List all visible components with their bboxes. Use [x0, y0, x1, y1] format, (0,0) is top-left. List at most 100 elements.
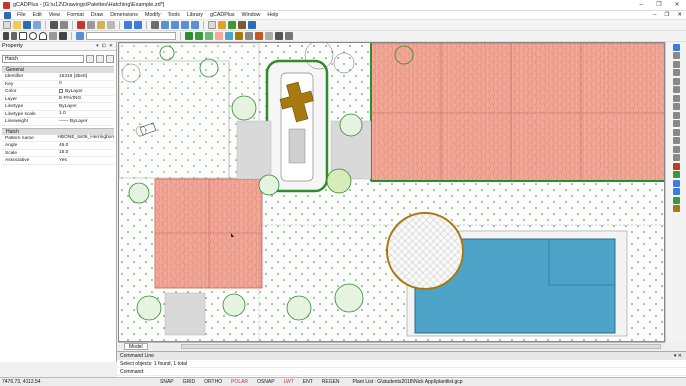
mirror-icon[interactable] — [672, 60, 680, 68]
copy-object-icon[interactable] — [672, 52, 680, 59]
layer-combo[interactable] — [86, 32, 176, 40]
paving-icon[interactable] — [215, 32, 223, 40]
copy-icon[interactable] — [87, 21, 95, 29]
property-row[interactable]: Color ByLayer — [2, 88, 114, 96]
paste-icon[interactable] — [97, 21, 105, 29]
open-file-icon[interactable] — [13, 21, 21, 29]
property-row[interactable]: Linetype ByLayer — [2, 103, 114, 111]
explode-icon[interactable] — [672, 162, 680, 170]
close-button[interactable]: ✕ — [668, 0, 686, 11]
doc-restore-icon[interactable]: ❐ — [664, 12, 669, 18]
zoom-realtime-icon[interactable] — [161, 21, 169, 29]
erase-icon[interactable] — [672, 43, 680, 51]
regen-toggle[interactable]: REGEN — [322, 379, 340, 385]
save-as-icon[interactable] — [33, 21, 41, 29]
quick-select-icon[interactable] — [86, 54, 94, 63]
panel-close-icon[interactable]: ✕ — [109, 43, 113, 49]
arc-icon[interactable] — [39, 32, 47, 40]
menu-draw[interactable]: Draw — [91, 12, 103, 18]
panel-float-icon[interactable]: ⊡ — [102, 43, 106, 49]
help-icon[interactable] — [248, 21, 256, 29]
polar-toggle[interactable]: POLAR — [231, 379, 248, 385]
label-icon[interactable] — [275, 32, 283, 40]
property-row[interactable]: Associative Yes — [2, 157, 114, 165]
tab-model[interactable]: Model — [124, 343, 148, 350]
trim-icon[interactable] — [672, 120, 680, 127]
property-row[interactable]: Layer E-PAVING — [2, 96, 114, 103]
groundcover-icon[interactable] — [205, 32, 213, 40]
grid-toggle[interactable]: GRID — [183, 379, 196, 385]
menu-file[interactable]: File — [17, 12, 26, 18]
menu-gcadplus[interactable]: gCADPlus — [210, 12, 234, 18]
array-icon[interactable] — [672, 77, 680, 85]
property-row[interactable]: Scale 15.0 — [2, 150, 114, 157]
text-icon[interactable] — [59, 32, 67, 40]
ortho-toggle[interactable]: ORTHO — [204, 379, 222, 385]
area-icon[interactable] — [672, 179, 680, 187]
water-icon[interactable] — [225, 32, 233, 40]
scale-icon[interactable] — [672, 103, 680, 110]
drawing-canvas[interactable] — [118, 42, 665, 342]
property-row[interactable]: Angle 45.0 — [2, 142, 114, 150]
doc-close-icon[interactable]: ✕ — [677, 12, 682, 18]
extend-icon[interactable] — [672, 128, 680, 136]
tree-symbol-icon[interactable] — [185, 32, 193, 40]
zoom-extents-icon[interactable] — [181, 21, 189, 29]
plant-icon[interactable] — [228, 21, 236, 29]
restore-button[interactable]: ❐ — [650, 0, 668, 11]
command-line-close-icon[interactable]: ▾ ✕ — [674, 352, 686, 360]
menu-view[interactable]: View — [49, 12, 60, 18]
selected-hatch-paving[interactable] — [154, 178, 263, 289]
property-row[interactable]: Linetype scale 1.0 — [2, 111, 114, 118]
brick-icon[interactable] — [255, 32, 263, 40]
panel-pin-icon[interactable]: ▾ — [96, 43, 99, 49]
menu-tools[interactable]: Tools — [168, 12, 180, 18]
redo-icon[interactable] — [134, 21, 142, 29]
fillet-icon[interactable] — [672, 154, 680, 161]
select-objects-icon[interactable] — [96, 54, 104, 63]
property-row[interactable]: Identifier 15316 [3be8] — [2, 73, 114, 81]
ent-toggle[interactable]: ENT — [303, 379, 313, 385]
general-section-header[interactable]: General — [2, 66, 114, 73]
toggle-pickadd-icon[interactable] — [106, 54, 114, 63]
menu-modify[interactable]: Modify — [145, 12, 161, 18]
move-icon[interactable] — [672, 86, 680, 93]
offset-icon[interactable] — [672, 69, 680, 76]
undo-icon[interactable] — [124, 21, 132, 29]
material-icon[interactable] — [672, 205, 680, 212]
layer-manager-icon[interactable] — [76, 32, 84, 40]
property-row[interactable]: Lineweight —— ByLayer — [2, 118, 114, 126]
shrub-symbol-icon[interactable] — [195, 32, 203, 40]
print-icon[interactable] — [50, 21, 58, 29]
zoom-window-icon[interactable] — [171, 21, 179, 29]
plant-tag-icon[interactable] — [672, 171, 680, 178]
osnap-toggle[interactable]: OSNAP — [257, 379, 275, 385]
chamfer-icon[interactable] — [672, 145, 680, 153]
match-properties-icon[interactable] — [107, 21, 115, 29]
new-file-icon[interactable] — [3, 21, 11, 29]
menu-help[interactable]: Help — [267, 12, 278, 18]
doc-minimize-icon[interactable]: – — [653, 12, 656, 18]
polyline-icon[interactable] — [11, 32, 17, 40]
line-icon[interactable] — [3, 32, 9, 40]
wall-icon[interactable] — [245, 32, 253, 40]
symbol-library-icon[interactable] — [238, 21, 246, 29]
minimize-button[interactable]: – — [632, 0, 650, 11]
distance-icon[interactable] — [672, 188, 680, 195]
plant-schedule-icon[interactable] — [672, 196, 680, 204]
cut-icon[interactable] — [77, 21, 85, 29]
circle-icon[interactable] — [29, 32, 37, 40]
selection-dropdown[interactable]: Hatch — [2, 54, 84, 63]
menu-edit[interactable]: Edit — [33, 12, 42, 18]
rectangle-icon[interactable] — [19, 32, 27, 40]
snap-toggle[interactable]: SNAP — [160, 379, 174, 385]
timber-icon[interactable] — [235, 32, 243, 40]
break-icon[interactable] — [672, 137, 680, 144]
menu-format[interactable]: Format — [67, 12, 84, 18]
dimension-icon[interactable] — [285, 32, 293, 40]
properties-icon[interactable] — [208, 21, 216, 29]
command-input[interactable]: Command: — [117, 368, 686, 376]
hatch-icon[interactable] — [49, 32, 57, 40]
horizontal-scrollbar[interactable] — [181, 344, 661, 349]
menu-library[interactable]: Library — [187, 12, 203, 18]
